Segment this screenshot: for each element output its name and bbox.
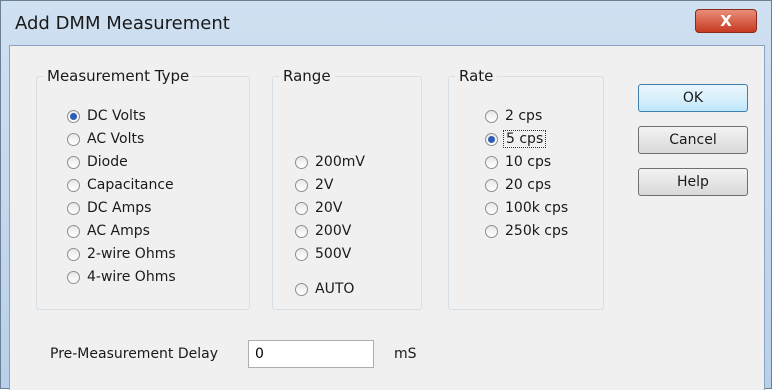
radio-label: DC Volts — [87, 108, 146, 124]
radio-button-selected[interactable] — [67, 110, 80, 123]
pre-measurement-delay-label: Pre-Measurement Delay — [50, 346, 219, 362]
delay-unit-label: mS — [394, 346, 417, 362]
dialog-window: Add DMM Measurement X Measurement Type D… — [0, 0, 772, 390]
radio-label: 20V — [315, 200, 343, 216]
radio-button[interactable] — [295, 283, 308, 296]
radio-label: 5 cps — [503, 130, 547, 148]
window-title: Add DMM Measurement — [15, 13, 230, 34]
radio-label: DC Amps — [87, 200, 152, 216]
radio-button[interactable] — [67, 248, 80, 261]
radio-button[interactable] — [67, 271, 80, 284]
radio-label: 500V — [315, 246, 352, 262]
pre-measurement-delay-input[interactable] — [248, 340, 374, 368]
radio-button[interactable] — [295, 225, 308, 238]
radio-label: AUTO — [315, 281, 355, 297]
radio-button[interactable] — [67, 133, 80, 146]
radio-label: AC Volts — [87, 131, 145, 147]
radio-button-selected[interactable] — [485, 133, 498, 146]
dialog-content: Measurement Type DC Volts AC Volts Diode… — [9, 45, 765, 390]
radio-button[interactable] — [485, 156, 498, 169]
title-bar[interactable]: Add DMM Measurement X — [1, 1, 771, 43]
radio-button[interactable] — [485, 202, 498, 215]
range-group: Range 200mV 2V 20V 200V 500V AUTO — [272, 67, 422, 310]
radio-button[interactable] — [295, 179, 308, 192]
radio-label: 10 cps — [505, 154, 552, 170]
radio-button[interactable] — [67, 179, 80, 192]
radio-label: 100k cps — [505, 200, 569, 216]
help-button[interactable]: Help — [638, 168, 748, 196]
radio-label: 200V — [315, 223, 352, 239]
close-icon: X — [720, 12, 732, 30]
radio-button[interactable] — [67, 156, 80, 169]
radio-button[interactable] — [295, 248, 308, 261]
radio-label: 2V — [315, 177, 334, 193]
range-label: Range — [279, 67, 335, 85]
radio-label: 4-wire Ohms — [87, 269, 176, 285]
radio-button[interactable] — [67, 202, 80, 215]
close-button[interactable]: X — [695, 9, 757, 33]
rate-group: Rate 2 cps 5 cps 10 cps 20 cps 100k cps — [448, 67, 604, 310]
cancel-button[interactable]: Cancel — [638, 126, 748, 154]
radio-label: Capacitance — [87, 177, 174, 193]
radio-label: 2 cps — [505, 108, 543, 124]
measurement-type-label: Measurement Type — [43, 67, 194, 85]
radio-button[interactable] — [67, 225, 80, 238]
rate-label: Rate — [455, 67, 498, 85]
radio-label: 200mV — [315, 154, 365, 170]
radio-label: 2-wire Ohms — [87, 246, 176, 262]
radio-button[interactable] — [485, 179, 498, 192]
radio-button[interactable] — [295, 202, 308, 215]
radio-button[interactable] — [485, 225, 498, 238]
radio-label: AC Amps — [87, 223, 150, 239]
radio-button[interactable] — [295, 156, 308, 169]
measurement-type-group: Measurement Type DC Volts AC Volts Diode… — [36, 67, 250, 310]
ok-button[interactable]: OK — [638, 84, 748, 112]
radio-button[interactable] — [485, 110, 498, 123]
radio-label: 250k cps — [505, 223, 569, 239]
radio-label: 20 cps — [505, 177, 552, 193]
radio-label: Diode — [87, 154, 128, 170]
